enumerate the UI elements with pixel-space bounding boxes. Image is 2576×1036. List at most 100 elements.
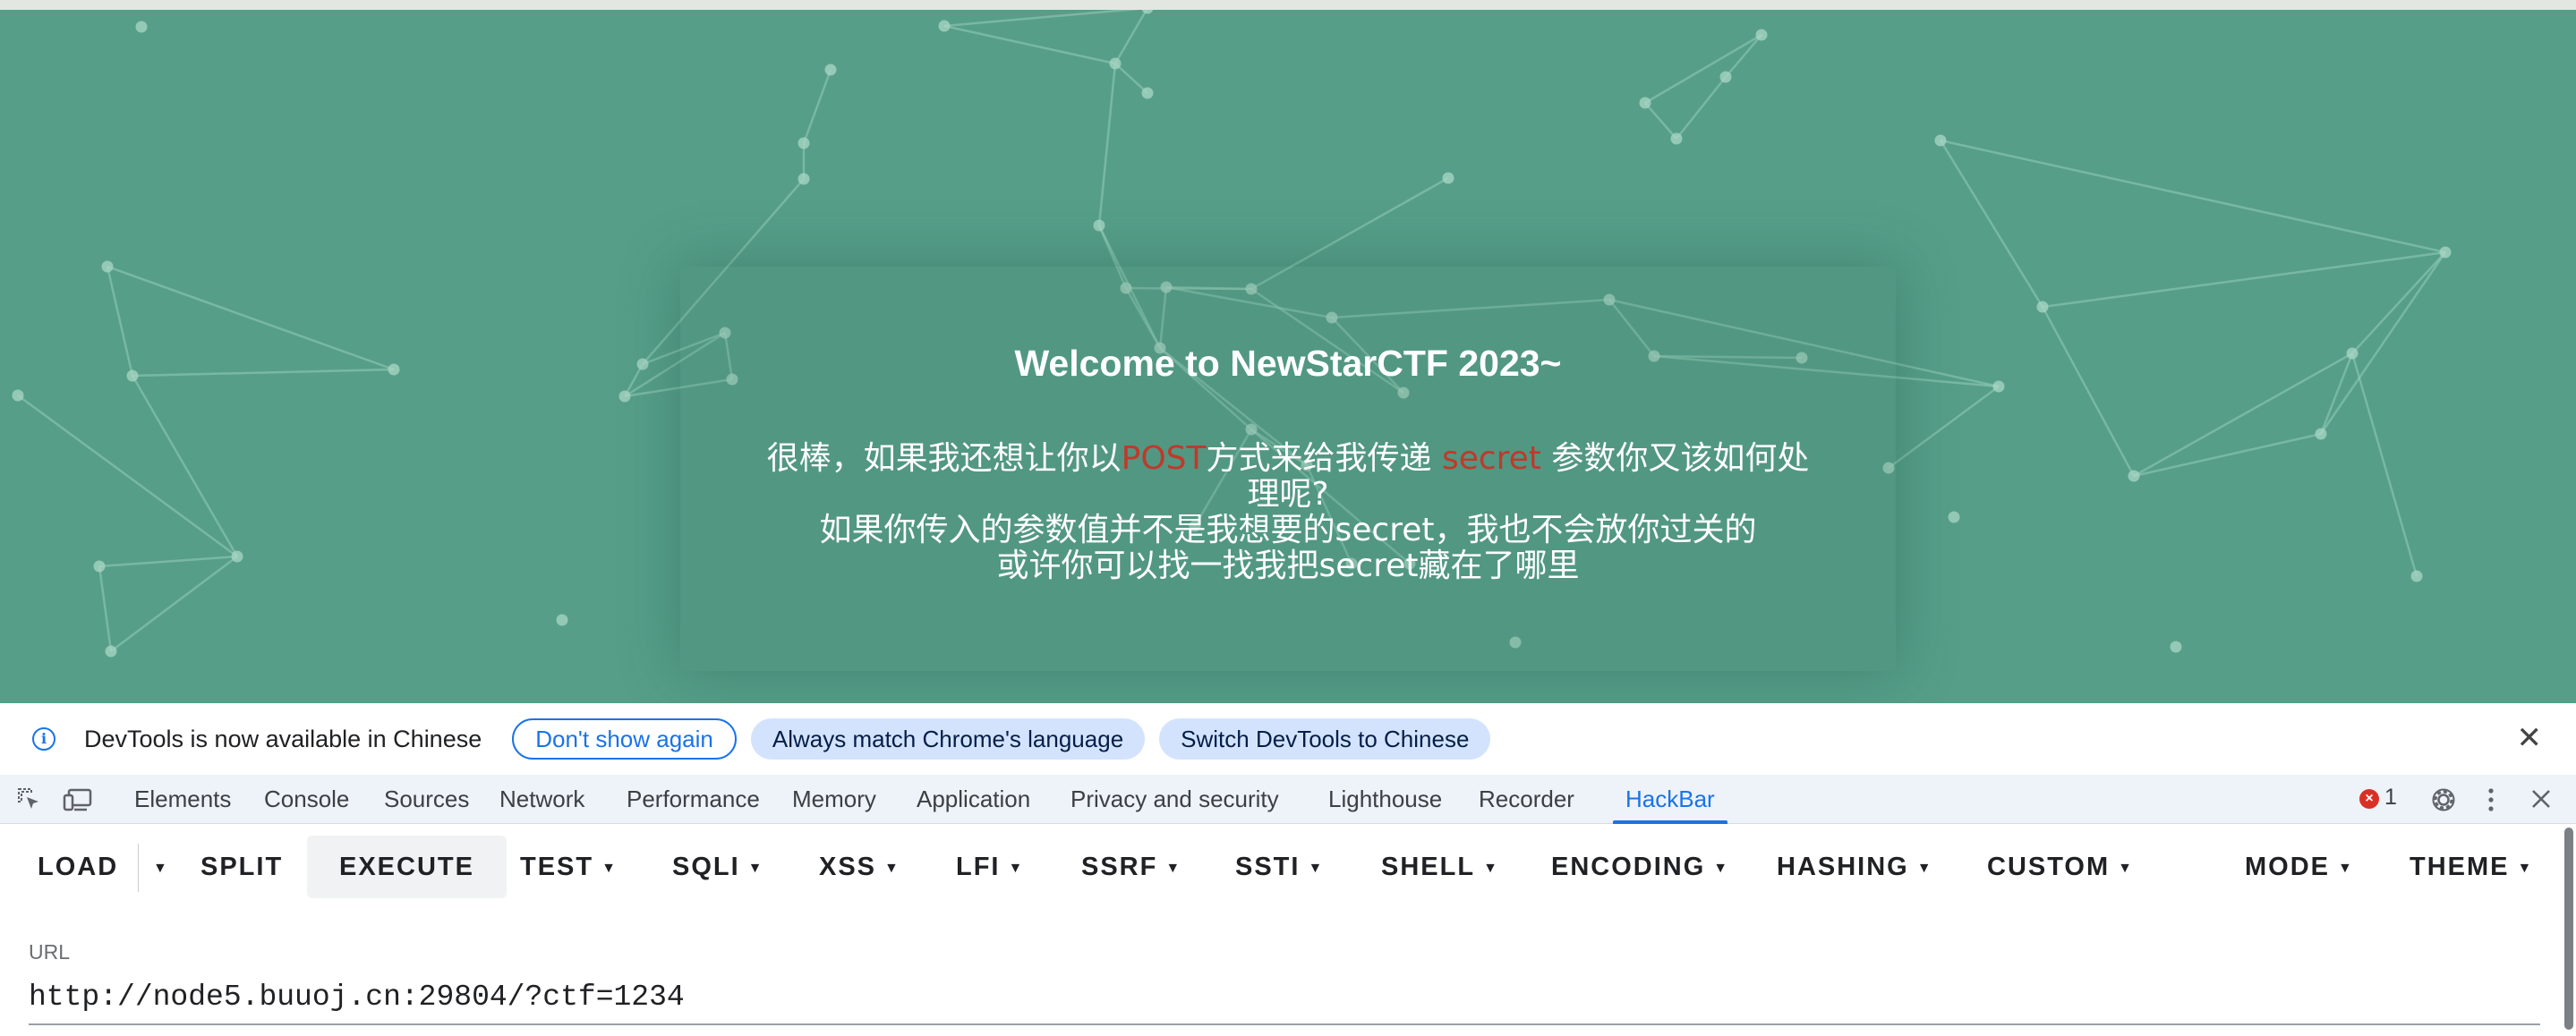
lfi-label: LFI (956, 853, 1001, 881)
network-node (938, 20, 951, 32)
xss-menu-button[interactable]: XSS ▼ (819, 836, 900, 898)
network-node (824, 64, 837, 76)
sqli-menu-button[interactable]: SQLI ▼ (672, 836, 764, 898)
hackbar-scrollbar[interactable] (2564, 828, 2573, 1030)
network-node (1934, 134, 1947, 147)
network-link (1676, 76, 1727, 140)
theme-menu-button[interactable]: THEME ▼ (2410, 836, 2533, 898)
hashing-label: HASHING (1777, 853, 1909, 881)
tab-recorder[interactable]: Recorder (1479, 775, 1574, 824)
network-node (2128, 470, 2140, 482)
chevron-down-icon: ▼ (1165, 861, 1182, 876)
tab-performance[interactable]: Performance (627, 775, 760, 824)
mode-menu-button[interactable]: MODE ▼ (2245, 836, 2354, 898)
url-input-underline (29, 1023, 2540, 1025)
tab-sources[interactable]: Sources (384, 775, 469, 824)
network-node (135, 21, 148, 33)
encoding-menu-button[interactable]: ENCODING ▼ (1551, 836, 1729, 898)
network-node (2410, 570, 2423, 582)
network-node (636, 358, 649, 370)
line1-text-a: 很棒，如果我还想让你以 (766, 440, 1122, 477)
info-icon: i (32, 727, 55, 751)
load-dropdown-chevron-icon[interactable]: ▼ (145, 836, 169, 898)
device-toolbar-icon[interactable] (63, 786, 93, 813)
custom-menu-button[interactable]: CUSTOM ▼ (1987, 836, 2134, 898)
network-link (802, 69, 832, 144)
tab-memory[interactable]: Memory (792, 775, 876, 824)
dont-show-again-button[interactable]: Don't show again (512, 718, 737, 760)
tab-elements[interactable]: Elements (134, 775, 231, 824)
network-node (105, 645, 117, 658)
inspect-element-icon[interactable] (16, 786, 43, 813)
network-link (2319, 251, 2447, 435)
tab-application[interactable]: Application (917, 775, 1030, 824)
ssrf-label: SSRF (1081, 853, 1158, 881)
gear-icon[interactable] (2429, 785, 2458, 814)
tab-console[interactable]: Console (264, 775, 349, 824)
network-node (1755, 29, 1768, 41)
hashing-menu-button[interactable]: HASHING ▼ (1777, 836, 1933, 898)
chevron-down-icon: ▼ (601, 861, 618, 876)
tab-privacy-and-security[interactable]: Privacy and security (1070, 775, 1279, 824)
split-button[interactable]: SPLIT (200, 836, 283, 898)
network-node (2315, 428, 2327, 440)
network-link (17, 394, 238, 558)
encoding-label: ENCODING (1551, 853, 1706, 881)
devtools-tabbar: Elements Console Sources Network Perform… (0, 775, 2576, 824)
error-icon[interactable]: × (2359, 789, 2379, 809)
more-options-icon[interactable] (2486, 785, 2495, 814)
network-node (1109, 57, 1122, 70)
network-node (1670, 132, 1683, 145)
network-node (1141, 87, 1154, 99)
network-node (231, 550, 243, 563)
url-input[interactable]: http://node5.buuoj.cn:29804/?ctf=1234 (29, 981, 685, 1014)
ssti-menu-button[interactable]: SSTI ▼ (1235, 836, 1324, 898)
network-link (98, 555, 238, 568)
chevron-down-icon: ▼ (1483, 861, 1499, 876)
url-label: URL (29, 940, 71, 964)
network-link (1113, 10, 1148, 64)
chevron-down-icon: ▼ (1008, 861, 1025, 876)
network-node (1948, 511, 1960, 523)
shell-menu-button[interactable]: SHELL ▼ (1381, 836, 1499, 898)
load-button[interactable]: LOAD (38, 836, 118, 898)
switch-to-chinese-button[interactable]: Switch DevTools to Chinese (1159, 718, 1491, 760)
network-link (2042, 251, 2446, 309)
ssti-label: SSTI (1235, 853, 1301, 881)
execute-button[interactable]: EXECUTE (307, 836, 507, 898)
chevron-down-icon: ▼ (2517, 861, 2534, 876)
chevron-down-icon: ▼ (2338, 861, 2354, 876)
post-highlight: POST (1121, 440, 1207, 477)
network-node (126, 369, 139, 382)
tab-network[interactable]: Network (499, 775, 584, 824)
network-node (2346, 347, 2358, 360)
test-menu-button[interactable]: TEST ▼ (520, 836, 618, 898)
devtools-language-infobar: i DevTools is now available in Chinese D… (0, 703, 2576, 775)
network-link (1644, 102, 1677, 140)
infobar-close-icon[interactable]: ✕ (2517, 723, 2543, 753)
network-link (1097, 63, 1117, 226)
network-link (1725, 34, 1762, 78)
ssrf-menu-button[interactable]: SSRF ▼ (1081, 836, 1181, 898)
network-node (12, 389, 24, 402)
close-devtools-icon[interactable] (2530, 788, 2552, 810)
always-match-language-button[interactable]: Always match Chrome's language (750, 718, 1146, 760)
network-link (2350, 352, 2418, 577)
custom-label: CUSTOM (1987, 853, 2111, 881)
chevron-down-icon: ▼ (884, 861, 900, 876)
tab-lighthouse[interactable]: Lighthouse (1328, 775, 1442, 824)
line1-text-b: 方式来给我传递 (1206, 440, 1442, 477)
tab-hackbar[interactable]: HackBar (1613, 775, 1727, 824)
theme-label: THEME (2410, 853, 2510, 881)
network-link (2133, 432, 2322, 478)
chevron-down-icon: ▼ (1713, 861, 1730, 876)
hackbar-toolbar: LOAD ▼ SPLIT EXECUTE TEST ▼ SQLI ▼ XSS ▼ LF… (0, 824, 2576, 913)
network-link (2351, 251, 2446, 354)
network-node (556, 614, 568, 626)
network-node (388, 363, 400, 376)
test-label: TEST (520, 853, 594, 881)
error-count[interactable]: 1 (2384, 785, 2397, 811)
welcome-card: Welcome to NewStarCTF 2023~ 很棒，如果我还想让你以P… (680, 267, 1896, 671)
network-node (1442, 172, 1454, 184)
lfi-menu-button[interactable]: LFI ▼ (956, 836, 1024, 898)
